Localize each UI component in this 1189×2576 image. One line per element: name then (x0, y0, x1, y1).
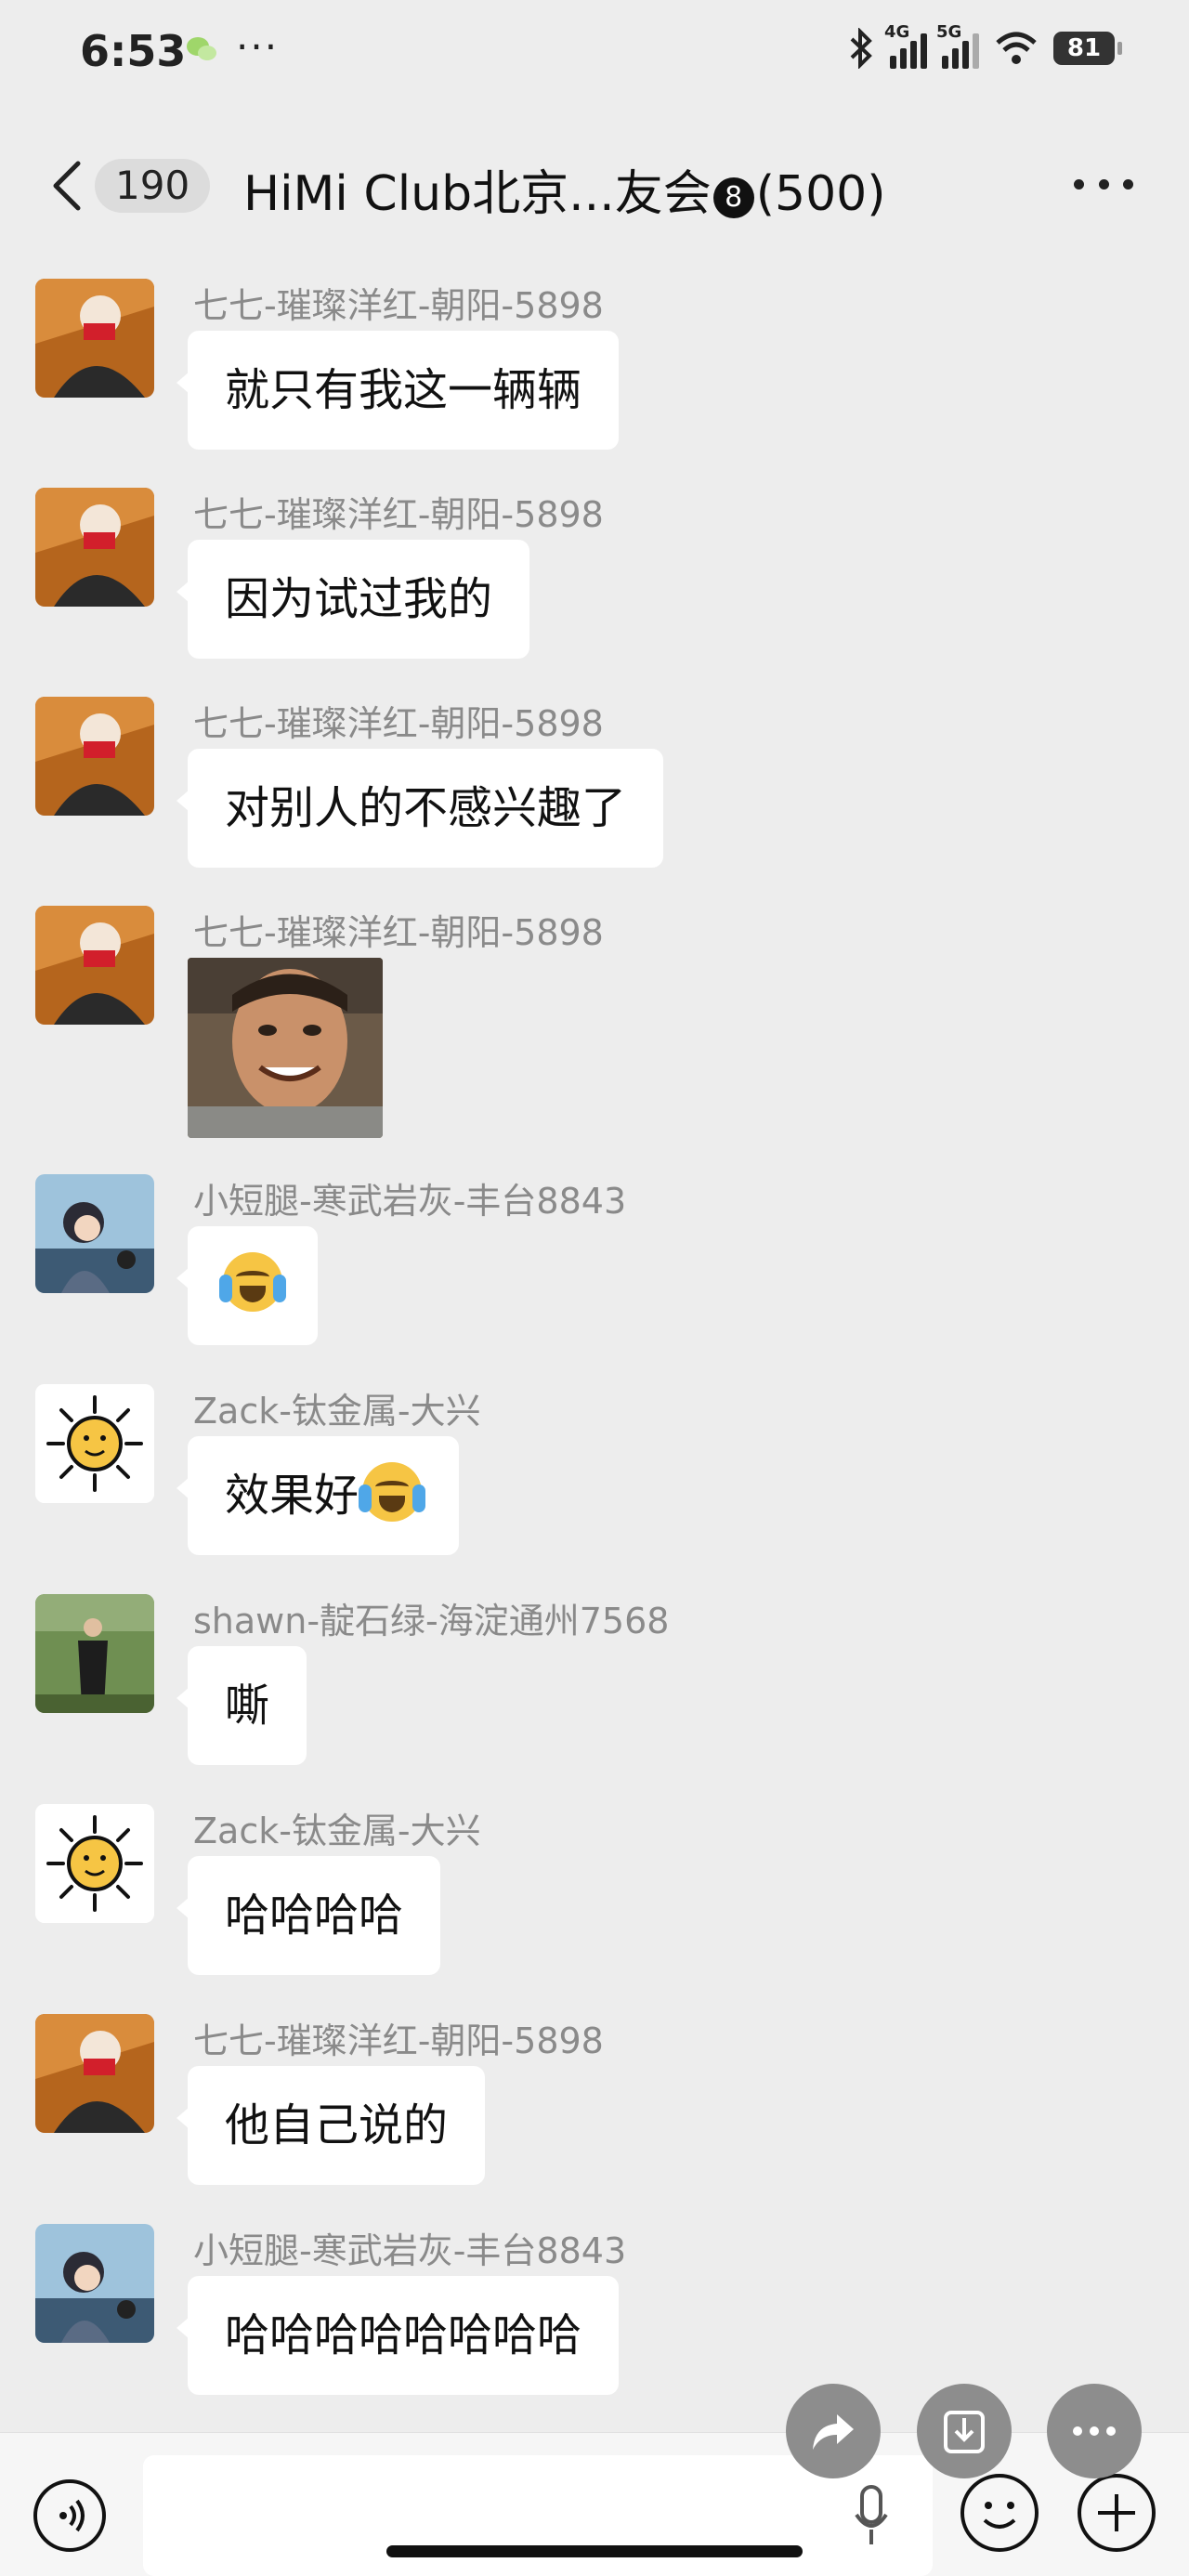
sender-name: 七七-璀璨洋红-朝阳-5898 (193, 912, 604, 953)
sender-name: Zack-钛金属-大兴 (193, 1391, 481, 1432)
plus-icon[interactable] (1078, 2474, 1156, 2552)
status-indicators: 4G 5G 81 (847, 22, 1122, 69)
avatar[interactable] (35, 1174, 154, 1293)
status-bar: 6:53 ··· 4G 5G 81 (0, 0, 1189, 102)
sender-name: 七七-璀璨洋红-朝阳-5898 (193, 494, 604, 535)
chat-title-text: HiMi Club北京...友会 (243, 166, 712, 222)
battery-indicator: 81 (1053, 32, 1122, 65)
voice-icon[interactable] (33, 2479, 106, 2552)
message-bubble[interactable]: 对别人的不感兴趣了 (176, 749, 664, 868)
chevron-left-icon[interactable] (48, 158, 85, 214)
message-bubble[interactable]: 效果好 (176, 1436, 460, 1555)
message-bubble[interactable]: 嘶 (176, 1646, 307, 1765)
sender-name: 小短腿-寒武岩灰-丰台8843 (193, 2230, 627, 2271)
share-forward-icon[interactable] (786, 2384, 881, 2478)
crying-laughing-emoji-icon (219, 1252, 286, 1312)
message-text: 对别人的不感兴趣了 (225, 782, 627, 834)
message-bubble[interactable]: 因为试过我的 (176, 540, 530, 659)
title-circled-number: 8 (712, 177, 754, 218)
avatar[interactable] (35, 697, 154, 816)
bluetooth-icon (850, 28, 872, 69)
message-bubble[interactable]: 哈哈哈哈哈哈哈哈 (176, 2276, 620, 2395)
sticker-image[interactable] (188, 958, 383, 1138)
avatar[interactable] (35, 1804, 154, 1923)
status-more-dots: ··· (236, 24, 280, 70)
chat-header: 190 HiMi Club北京...友会 8 (500) (0, 130, 1189, 242)
unread-count-badge[interactable]: 190 (95, 159, 211, 213)
avatar[interactable] (35, 2014, 154, 2133)
avatar[interactable] (35, 1594, 154, 1713)
message-bubble[interactable]: 他自己说的 (176, 2066, 486, 2185)
message-text: 效果好 (225, 1470, 359, 1522)
avatar[interactable] (35, 488, 154, 607)
emoji-icon[interactable] (960, 2474, 1039, 2552)
message-text: 因为试过我的 (225, 573, 493, 625)
avatar[interactable] (35, 906, 154, 1025)
message-bubble[interactable]: 就只有我这一辆辆 (176, 331, 620, 450)
message-bubble[interactable] (176, 1226, 318, 1345)
crying-laughing-emoji-icon (359, 1462, 426, 1522)
download-icon[interactable] (917, 2384, 1012, 2478)
avatar[interactable] (35, 2224, 154, 2343)
message-bubble[interactable]: 哈哈哈哈 (176, 1856, 441, 1975)
signal-4g-icon: 4G (884, 22, 927, 69)
sender-name: Zack-钛金属-大兴 (193, 1811, 481, 1851)
sender-name: 七七-璀璨洋红-朝阳-5898 (193, 703, 604, 744)
avatar[interactable] (35, 1384, 154, 1503)
home-indicator[interactable] (386, 2545, 803, 2557)
message-text: 哈哈哈哈 (225, 1890, 404, 1942)
wifi-icon (996, 32, 1037, 64)
chat-title[interactable]: HiMi Club北京...友会 8 (500) (243, 154, 886, 224)
signal-5g-icon: 5G (936, 22, 979, 69)
more-horizontal-icon[interactable] (1074, 163, 1133, 204)
sender-name: 七七-璀璨洋红-朝阳-5898 (193, 285, 604, 326)
message-text: 就只有我这一辆辆 (225, 364, 582, 416)
avatar[interactable] (35, 279, 154, 398)
status-time: 6:53 (80, 26, 187, 76)
microphone-icon[interactable] (853, 2483, 890, 2548)
message-text: 哈哈哈哈哈哈哈哈 (225, 2309, 582, 2361)
sender-name: 七七-璀璨洋红-朝阳-5898 (193, 2020, 604, 2061)
more-horizontal-icon[interactable] (1047, 2384, 1142, 2478)
message-text: 嘶 (225, 1680, 270, 1732)
chat-member-count: (500) (755, 166, 886, 222)
message-text: 他自己说的 (225, 2099, 449, 2151)
sender-name: shawn-靛石绿-海淀通州7568 (193, 1601, 670, 1641)
sender-name: 小短腿-寒武岩灰-丰台8843 (193, 1181, 627, 1222)
wechat-notification-icon (187, 37, 216, 60)
